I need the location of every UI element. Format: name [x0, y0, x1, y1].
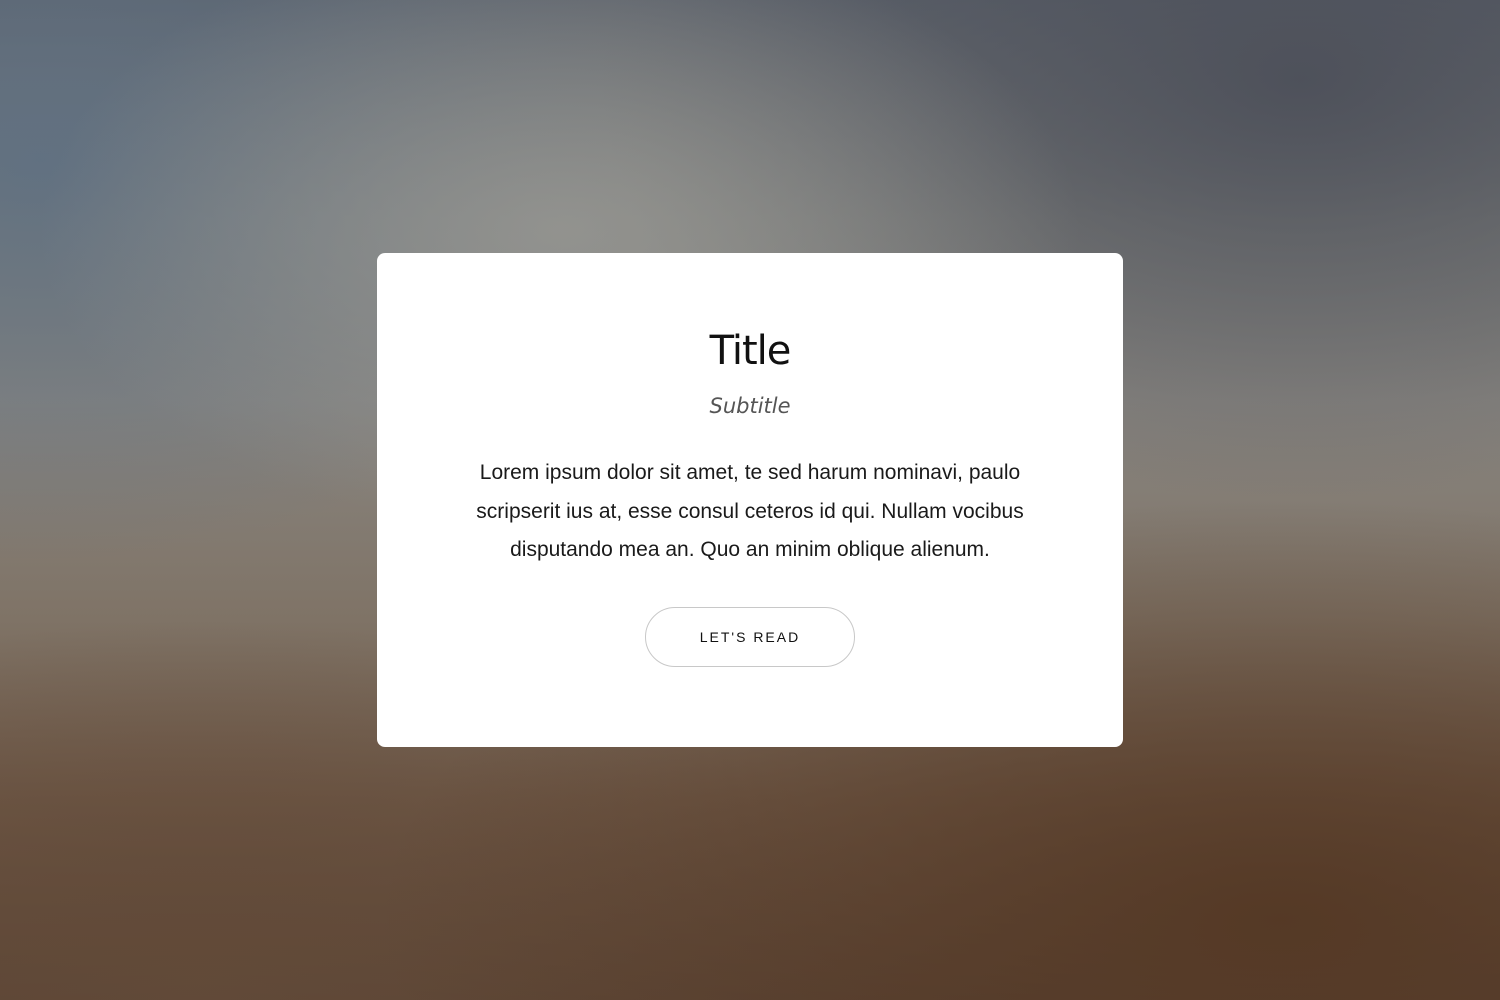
- card-body-text: Lorem ipsum dolor sit amet, te sed harum…: [476, 461, 1024, 561]
- card-subtitle: Subtitle: [709, 394, 791, 418]
- card-title: Title: [709, 328, 792, 374]
- lets-read-button[interactable]: LET'S READ: [645, 607, 855, 667]
- content-card: Title Subtitle Lorem ipsum dolor sit ame…: [377, 253, 1123, 747]
